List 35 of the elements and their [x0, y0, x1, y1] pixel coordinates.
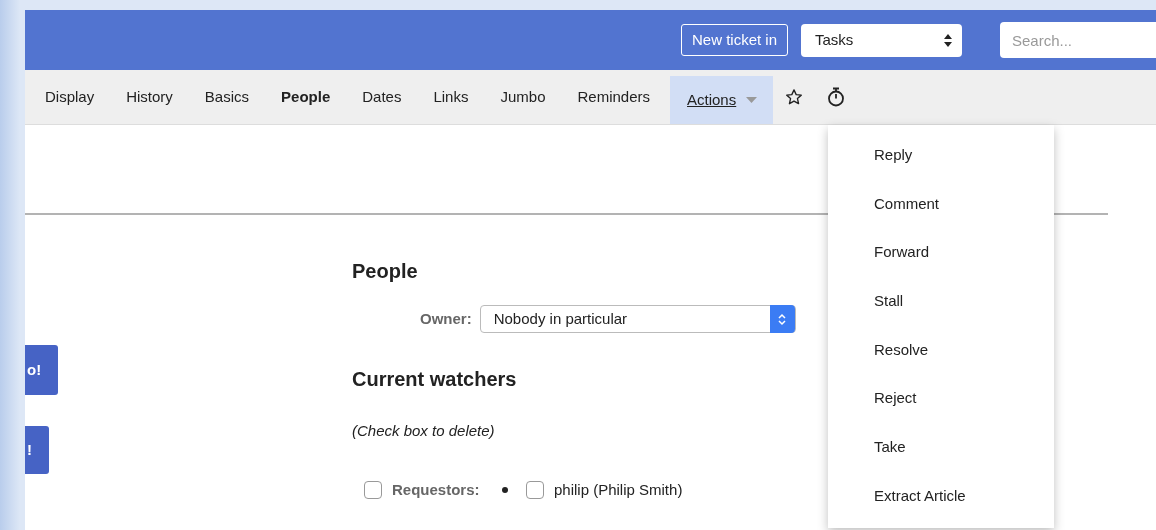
menu-item[interactable]: Take	[828, 422, 1054, 471]
new-ticket-button[interactable]: New ticket in	[680, 23, 788, 57]
menu-item[interactable]: Stall	[828, 276, 1054, 325]
nav-tab[interactable]: History	[114, 70, 185, 124]
menu-item[interactable]: Reply	[828, 130, 1054, 179]
queue-select[interactable]: Tasks	[801, 23, 962, 57]
nav-tab[interactable]: Links	[421, 70, 481, 124]
owner-select[interactable]: Nobody in particular	[479, 305, 796, 333]
nav-tab[interactable]: Jumbo	[488, 70, 558, 124]
search-field[interactable]: Search...	[1000, 22, 1156, 58]
menu-item[interactable]: Reject	[828, 373, 1054, 423]
section-heading: Current watchers	[352, 367, 518, 391]
menu-item[interactable]: Extract Article	[828, 470, 1054, 520]
nav-tab[interactable]: People	[269, 70, 343, 124]
checkbox[interactable]	[364, 480, 382, 499]
nav-tab[interactable]: Display	[33, 70, 107, 124]
bullet-icon	[502, 486, 508, 493]
updown-caret-icon	[944, 33, 952, 47]
watcher-group-label: Requestors:	[392, 479, 481, 500]
caret-icon	[746, 97, 758, 103]
nav-tab[interactable]: Reminders	[565, 70, 662, 124]
side-button[interactable]: o!	[25, 345, 58, 395]
menu-item[interactable]: Forward	[828, 227, 1054, 277]
updown-caret-icon	[778, 312, 787, 326]
nav-tab[interactable]: Dates	[350, 70, 414, 124]
watcher-name: philip (Philip Smith)	[554, 479, 683, 500]
section-heading: People	[352, 259, 419, 283]
checkbox[interactable]	[526, 480, 544, 499]
side-button[interactable]: !	[25, 426, 49, 474]
actions-menu-tab[interactable]: Actions	[670, 76, 774, 124]
hint-text: (Check box to delete)	[352, 421, 496, 441]
nav-tab[interactable]: Basics	[192, 70, 262, 124]
menu-item[interactable]: Resolve	[828, 324, 1054, 374]
menu-item[interactable]: Comment	[828, 178, 1054, 228]
field-label: Owner:	[420, 308, 472, 329]
